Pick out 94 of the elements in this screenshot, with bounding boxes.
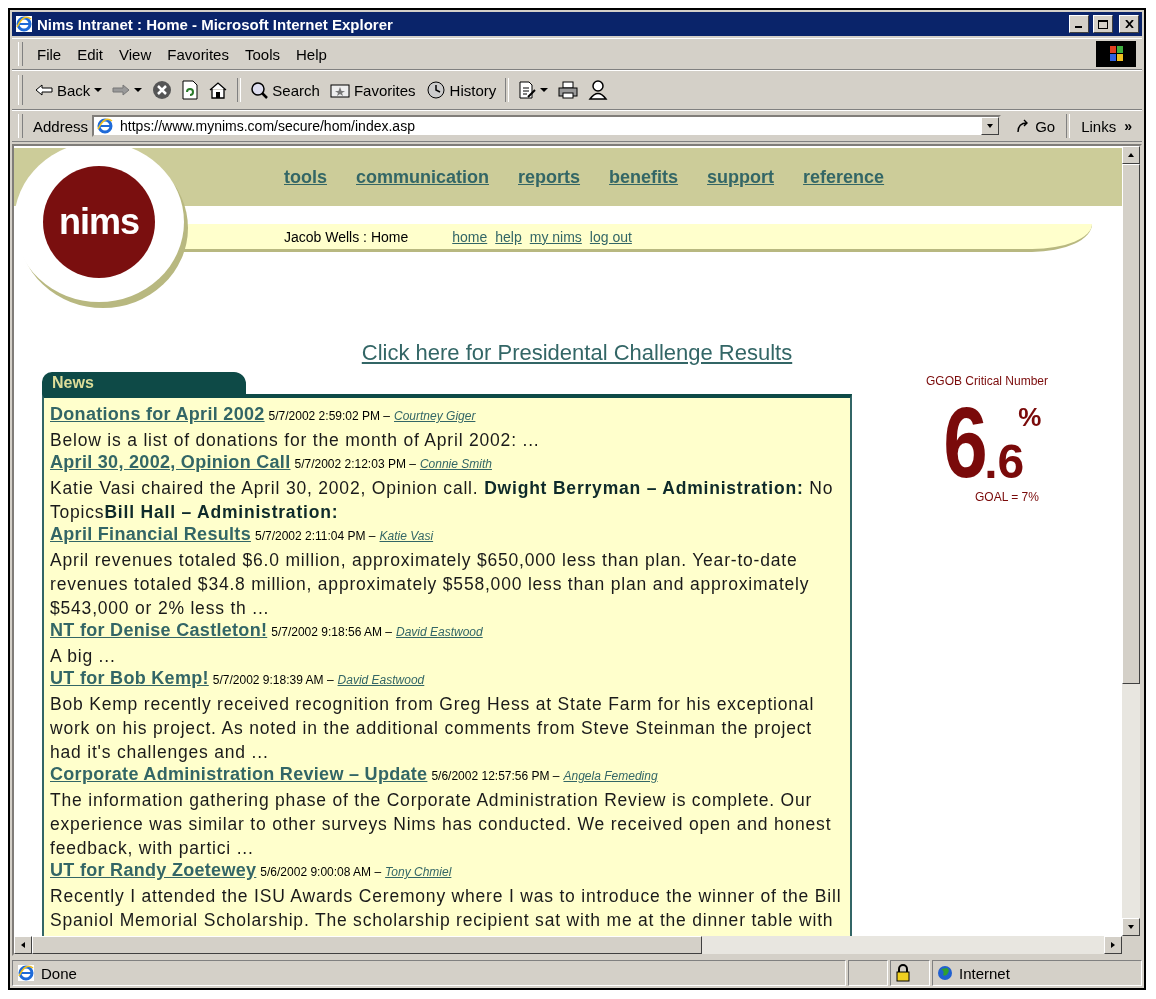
scroll-left-button[interactable] (14, 936, 32, 954)
windows-logo-icon (1096, 41, 1136, 67)
scroll-thumb[interactable] (32, 936, 702, 954)
search-icon (250, 81, 269, 99)
nav-link[interactable]: communication (356, 166, 489, 188)
address-label: Address (33, 117, 89, 135)
user-link[interactable]: log out (589, 228, 632, 245)
critical-number: 6 (942, 402, 985, 482)
news-date: 5/7/2002 9:18:56 AM – (271, 624, 392, 641)
news-date: 5/7/2002 2:59:02 PM – (268, 408, 390, 425)
news-summary: Below is a list of donations for the month of April 2002: ... (50, 429, 541, 452)
results-link[interactable]: Click here for Presidental Challenge Results (361, 340, 793, 366)
author-link[interactable]: Courtney Giger (394, 404, 476, 428)
window-title: Nims Intranet : Home - Microsoft Internet Explorer (37, 15, 394, 33)
user-link[interactable]: home (452, 228, 488, 245)
user-label: Jacob Wells : Home (284, 228, 409, 245)
news-title-link[interactable]: UT for Bob Kemp! (50, 668, 209, 689)
maximize-icon (1098, 19, 1108, 29)
news-date: 5/7/2002 9:18:39 AM – (212, 672, 334, 689)
stop-icon (152, 80, 173, 100)
nav-link[interactable]: benefits (609, 166, 679, 188)
author-link[interactable]: Connie Smith (419, 452, 492, 476)
horizontal-scrollbar[interactable] (14, 936, 1122, 954)
scroll-thumb[interactable] (1122, 164, 1140, 684)
news-summary: The information gathering phase of the Corporate Administration Review is complete. Our experience was similar to other surveys Nims has conducted. We received open and honest feedback, with partici ... (50, 789, 833, 860)
news-date: 5/7/2002 2:12:03 PM – (294, 456, 416, 473)
browser-icon (96, 117, 115, 135)
menu-item[interactable]: Edit (69, 43, 112, 65)
scroll-right-button[interactable] (1104, 936, 1122, 954)
back-arrow-icon (35, 83, 53, 97)
author-link[interactable]: David Eastwood (396, 620, 483, 644)
links-button[interactable]: Links » (1077, 115, 1136, 137)
close-icon (1124, 20, 1134, 28)
scroll-down-button[interactable] (1122, 918, 1140, 936)
forward-arrow-icon (112, 83, 131, 97)
history-button[interactable]: History (421, 79, 501, 101)
home-icon (208, 81, 229, 99)
maximize-button[interactable] (1093, 15, 1113, 33)
nav-link[interactable]: reference (803, 166, 885, 188)
dropdown-button[interactable] (981, 117, 1000, 135)
browser-icon (17, 964, 35, 982)
nav-link[interactable]: reports (518, 166, 581, 188)
status-pane (848, 960, 888, 986)
clock-icon (425, 81, 446, 99)
menu-item[interactable]: View (111, 43, 160, 65)
news-summary: Katie Vasi chaired the April 30, 2002, Opinion call. Dwight Berryman – Administration: No TopicsBill Hall – Administration: (50, 477, 835, 524)
percent-sign: % (1018, 402, 1042, 433)
critical-decimal: .6 (984, 442, 1025, 482)
padlock-icon (895, 964, 911, 982)
user-link[interactable]: help (495, 228, 522, 245)
favorites-button[interactable]: Favorites (325, 79, 420, 101)
news-summary: A big ... (50, 645, 117, 668)
goal-label: GOAL = 7% (975, 490, 1039, 504)
news-title-link[interactable]: April Financial Results (50, 524, 251, 545)
scroll-up-button[interactable] (1122, 146, 1140, 164)
user-link[interactable]: my nims (529, 228, 582, 245)
critical-number-title: GGOB Critical Number (926, 374, 1048, 388)
minimize-button[interactable] (1069, 15, 1089, 33)
menu-item[interactable]: File (29, 43, 70, 65)
menu-item[interactable]: Help (288, 43, 335, 65)
close-button[interactable] (1119, 15, 1139, 33)
menu-item[interactable]: Favorites (159, 43, 237, 65)
menu-item[interactable]: Tools (236, 43, 288, 65)
news-title-link[interactable]: NT for Denise Castleton! (50, 620, 268, 641)
status-text: Done (41, 964, 77, 982)
document-pencil-icon (518, 81, 537, 99)
author-link[interactable]: Angela Femeding (563, 764, 658, 788)
printer-icon (558, 81, 579, 99)
person-icon (588, 80, 609, 100)
logo[interactable]: nims (43, 166, 155, 278)
address-field[interactable]: https://www.mynims.com/secure/hom/index.asp (92, 115, 1002, 137)
refresh-icon (182, 80, 199, 100)
news-title-link[interactable]: UT for Randy Zoetewey (50, 860, 257, 881)
zone-text: Internet (959, 964, 1010, 982)
vertical-scrollbar[interactable] (1122, 146, 1140, 936)
author-link[interactable]: Katie Vasi (379, 524, 434, 548)
news-summary: Recently I attended the ISU Awards Ceremony where I was to introduce the winner of the Bill Spaniol Memorial Scholarship. The scholarship recipient sat with me at the dinner table with (50, 885, 843, 932)
news-summary: April revenues totaled $6.0 million, approximately $650,000 less than plan. Year-to-date revenues totaled $34.8 million, approximately $558,000 less than plan and approximately $543,000 or 2% less th ... (50, 549, 811, 620)
nav-link[interactable]: support (707, 166, 775, 188)
back-button[interactable]: Back (31, 79, 107, 101)
news-date: 5/6/2002 9:00:08 AM – (260, 864, 382, 881)
go-button[interactable]: Go (1011, 115, 1060, 137)
news-title-link[interactable]: April 30, 2002, Opinion Call (50, 452, 291, 473)
nav-link[interactable]: tools (284, 166, 327, 188)
search-button[interactable]: Search (246, 79, 324, 101)
news-summary: Bob Kemp recently received recognition from Greg Hess at State Farm for his exceptional work on his project. As noted in the additional comments from Steve Steinman the project had it's challenges and ... (50, 693, 816, 764)
news-date: 5/7/2002 2:11:04 PM – (254, 528, 376, 545)
news-date: 5/6/2002 12:57:56 PM – (431, 768, 560, 785)
author-link[interactable]: Tony Chmiel (385, 860, 452, 884)
browser-icon (15, 15, 33, 33)
news-title-link[interactable]: Donations for April 2002 (50, 404, 265, 425)
globe-icon (937, 965, 953, 981)
news-title-link[interactable]: Corporate Administration Review – Update (50, 764, 428, 785)
author-link[interactable]: David Eastwood (337, 668, 425, 692)
